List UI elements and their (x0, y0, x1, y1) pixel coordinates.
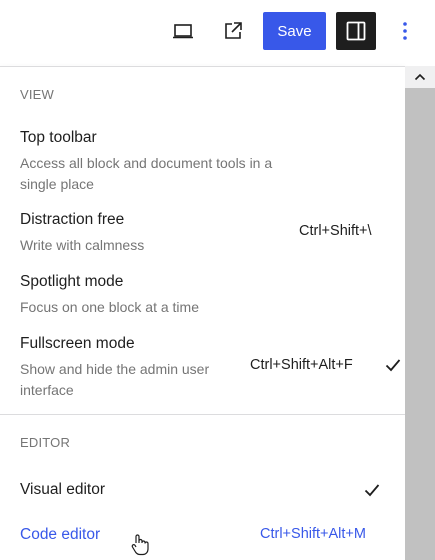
editor-section-label: EDITOR (20, 435, 71, 450)
menu-item-fullscreen-mode[interactable]: Fullscreen mode Show and hide the admin … (0, 335, 405, 398)
view-section-label: VIEW (20, 87, 55, 102)
menu-item-description: Show and hide the admin user interface (20, 361, 210, 398)
scroll-up-button[interactable] (405, 66, 435, 88)
menu-item-title: Top toolbar (20, 129, 97, 146)
options-dropdown-menu: VIEW Top toolbar Access all block and do… (0, 66, 405, 560)
settings-toggle-button[interactable] (336, 12, 376, 50)
editor-view-options: Save VIEW Top toolbar Access all block a… (0, 0, 435, 560)
menu-item-title: Fullscreen mode (20, 335, 135, 352)
menu-divider (0, 414, 405, 415)
preview-button[interactable] (164, 12, 202, 50)
menu-item-description: Focus on one block at a time (20, 299, 199, 315)
menu-item-title: Spotlight mode (20, 273, 124, 290)
options-button[interactable] (390, 12, 420, 50)
menu-item-distraction-free[interactable]: Distraction free Write with calmness Ctr… (0, 211, 405, 257)
view-post-button[interactable] (214, 12, 252, 50)
hand-pointer-cursor-icon (131, 534, 149, 556)
menu-item-description: Access all block and document tools in a… (20, 155, 273, 192)
menu-item-code-editor[interactable]: Code editor Ctrl+Shift+Alt+M (0, 526, 405, 556)
menu-item-title: Visual editor (20, 481, 106, 498)
laptop-icon (173, 24, 193, 39)
check-icon (385, 359, 401, 372)
menu-item-shortcut: Ctrl+Shift+Alt+M (260, 526, 366, 542)
save-button[interactable]: Save (263, 12, 326, 50)
menu-item-top-toolbar[interactable]: Top toolbar Access all block and documen… (0, 129, 405, 192)
menu-item-visual-editor[interactable]: Visual editor (0, 481, 405, 509)
menu-item-spotlight-mode[interactable]: Spotlight mode Focus on one block at a t… (0, 273, 405, 319)
menu-item-shortcut: Ctrl+Shift+\ (299, 223, 372, 239)
chevron-up-icon (414, 73, 426, 81)
menu-item-title: Code editor (20, 526, 101, 543)
menu-scrollbar[interactable] (405, 66, 435, 560)
menu-item-shortcut: Ctrl+Shift+Alt+F (250, 357, 353, 373)
sidebar-panel-icon (346, 21, 366, 41)
menu-item-description: Write with calmness (20, 237, 145, 253)
menu-item-title: Distraction free (20, 211, 125, 228)
more-vertical-icon (403, 22, 407, 40)
editor-header-toolbar: Save (0, 0, 435, 64)
external-link-icon (225, 22, 242, 39)
check-icon (364, 484, 380, 497)
scrollbar-thumb[interactable] (405, 88, 435, 560)
